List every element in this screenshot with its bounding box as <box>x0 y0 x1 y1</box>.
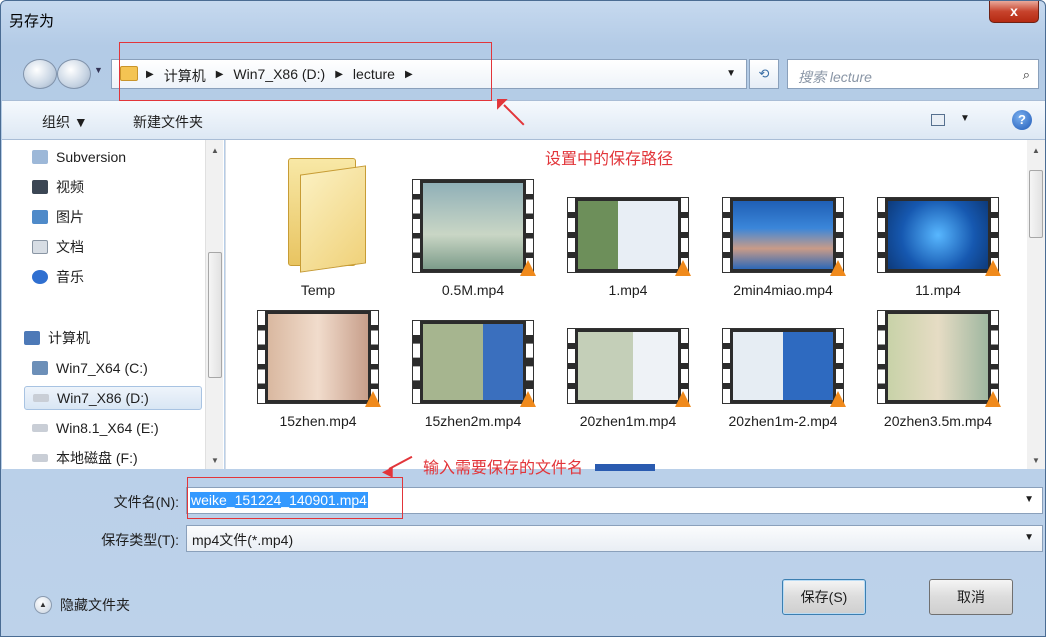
search-icon[interactable]: ⌕ <box>1023 67 1030 83</box>
filename-highlight-box <box>187 477 403 519</box>
search-placeholder: 搜索 lecture <box>798 69 872 85</box>
drive-icon <box>32 424 48 432</box>
file-item-2min4miao-mp4[interactable]: 2min4miao.mp4 <box>713 140 853 310</box>
scroll-thumb[interactable] <box>1029 170 1043 238</box>
windows-drive-icon <box>32 361 48 375</box>
video-thumbnail-icon <box>722 328 846 407</box>
dialog-title: 另存为 <box>9 13 55 30</box>
save-as-dialog: 另存为 x ▼ ▶ 计算机 ▶ Win7_X86 (D:) ▶ lecture … <box>0 0 1046 637</box>
subversion-icon <box>32 150 48 164</box>
file-list-pane: Temp 0.5M.mp4 1.mp4 2min4miao.mp4 11.mp4… <box>225 140 1045 469</box>
address-dropdown-icon[interactable]: ▼ <box>726 68 736 79</box>
video-thumbnail-icon <box>567 328 691 407</box>
video-thumbnail-icon <box>877 310 1001 407</box>
video-thumbnail-icon <box>877 197 1001 276</box>
filename-dropdown-icon[interactable]: ▼ <box>1024 494 1034 505</box>
scroll-up-icon[interactable]: ▲ <box>1032 146 1040 155</box>
back-button[interactable] <box>23 59 57 89</box>
scroll-down-icon[interactable]: ▼ <box>211 456 219 465</box>
cancel-button[interactable]: 取消 <box>929 579 1013 615</box>
refresh-button[interactable]: ⟲ <box>749 59 779 89</box>
picture-icon <box>32 210 48 224</box>
path-highlight-box <box>119 42 492 101</box>
nav-item-music[interactable]: 音乐 <box>32 265 84 289</box>
save-type-value: mp4文件(*.mp4) <box>192 532 294 548</box>
new-folder-button[interactable]: 新建文件夹 <box>133 112 203 132</box>
vlc-cone-icon <box>830 260 846 276</box>
file-item-11-mp4[interactable]: 11.mp4 <box>868 140 1008 310</box>
nav-item-drive-d[interactable]: Win7_X86 (D:) <box>24 386 202 410</box>
save-type-select[interactable]: mp4文件(*.mp4) ▼ <box>186 525 1043 552</box>
nav-item-drive-c[interactable]: Win7_X64 (C:) <box>32 356 148 380</box>
file-item-20zhen3-5m-mp4[interactable]: 20zhen3.5m.mp4 <box>868 305 1008 465</box>
view-dropdown-icon[interactable]: ▼ <box>960 113 970 124</box>
file-item-15zhen-mp4[interactable]: 15zhen.mp4 <box>248 305 388 445</box>
filename-note-arrowhead-icon: ◀ <box>382 463 393 479</box>
history-dropdown-icon[interactable]: ▼ <box>94 65 103 75</box>
vlc-cone-icon <box>675 260 691 276</box>
video-icon <box>32 180 48 194</box>
nav-item-documents[interactable]: 文档 <box>32 235 84 259</box>
vlc-cone-icon <box>985 260 1001 276</box>
filename-label: 文件名(N): <box>113 494 179 510</box>
search-input[interactable]: 搜索 lecture ⌕ <box>787 59 1039 89</box>
nav-item-subversion[interactable]: Subversion <box>32 145 126 169</box>
file-list-scrollbar[interactable]: ▲ ▼ <box>1027 140 1045 469</box>
save-type-dropdown-icon[interactable]: ▼ <box>1024 532 1034 543</box>
filename-note: 输入需要保存的文件名 <box>423 460 584 477</box>
file-item-temp-folder[interactable]: Temp <box>248 140 388 310</box>
hide-folders-toggle[interactable]: ▲ 隐藏文件夹 <box>34 595 130 615</box>
file-item-15zhen2m-mp4[interactable]: 15zhen2m.mp4 <box>403 305 543 445</box>
nav-item-video[interactable]: 视频 <box>32 175 84 199</box>
help-icon[interactable]: ? <box>1012 110 1032 130</box>
video-thumbnail-icon <box>722 197 846 276</box>
drive-icon <box>32 454 48 462</box>
blue-marker <box>595 464 655 471</box>
vlc-cone-icon <box>520 391 536 407</box>
title-bar[interactable]: 另存为 x <box>1 1 1045 41</box>
organize-menu[interactable]: 组织 ▼ <box>42 112 88 132</box>
navigation-pane: Subversion 视频 图片 文档 音乐 计算机 Win7_X64 (C:) <box>2 140 224 469</box>
document-icon <box>32 240 48 254</box>
chevron-up-icon: ▲ <box>34 596 52 614</box>
vlc-cone-icon <box>365 391 381 407</box>
video-thumbnail-icon <box>567 197 691 276</box>
vlc-cone-icon <box>830 391 846 407</box>
navigation-scrollbar[interactable]: ▲ ▼ <box>205 140 223 469</box>
nav-item-computer[interactable]: 计算机 <box>24 326 90 350</box>
save-button[interactable]: 保存(S) <box>782 579 866 615</box>
forward-button[interactable] <box>57 59 91 89</box>
close-button[interactable]: x <box>989 1 1039 23</box>
path-note: 设置中的保存路径 <box>545 151 674 168</box>
computer-icon <box>24 331 40 345</box>
scroll-down-icon[interactable]: ▼ <box>1032 456 1040 465</box>
file-item-0-5m-mp4[interactable]: 0.5M.mp4 <box>403 140 543 310</box>
drive-icon <box>33 394 49 402</box>
video-thumbnail-icon <box>412 179 536 276</box>
view-options-icon[interactable] <box>931 114 945 126</box>
vlc-cone-icon <box>520 260 536 276</box>
nav-item-drive-f[interactable]: 本地磁盘 (F:) <box>32 446 138 470</box>
vlc-cone-icon <box>675 391 691 407</box>
vlc-cone-icon <box>985 391 1001 407</box>
save-type-label: 保存类型(T): <box>101 532 179 548</box>
video-thumbnail-icon <box>257 310 381 407</box>
file-item-20zhen1m-mp4[interactable]: 20zhen1m.mp4 <box>558 305 698 445</box>
path-note-arrowhead-icon: ◤ <box>497 95 508 111</box>
scroll-thumb[interactable] <box>208 252 222 378</box>
scroll-up-icon[interactable]: ▲ <box>211 146 219 155</box>
toolbar: 组织 ▼ 新建文件夹 ▼ ? <box>2 100 1045 140</box>
music-icon <box>32 270 48 284</box>
video-thumbnail-icon <box>412 320 536 407</box>
nav-item-pictures[interactable]: 图片 <box>32 205 84 229</box>
nav-item-drive-e[interactable]: Win8.1_X64 (E:) <box>32 416 159 440</box>
file-item-20zhen1m-2-mp4[interactable]: 20zhen1m-2.mp4 <box>713 305 853 465</box>
